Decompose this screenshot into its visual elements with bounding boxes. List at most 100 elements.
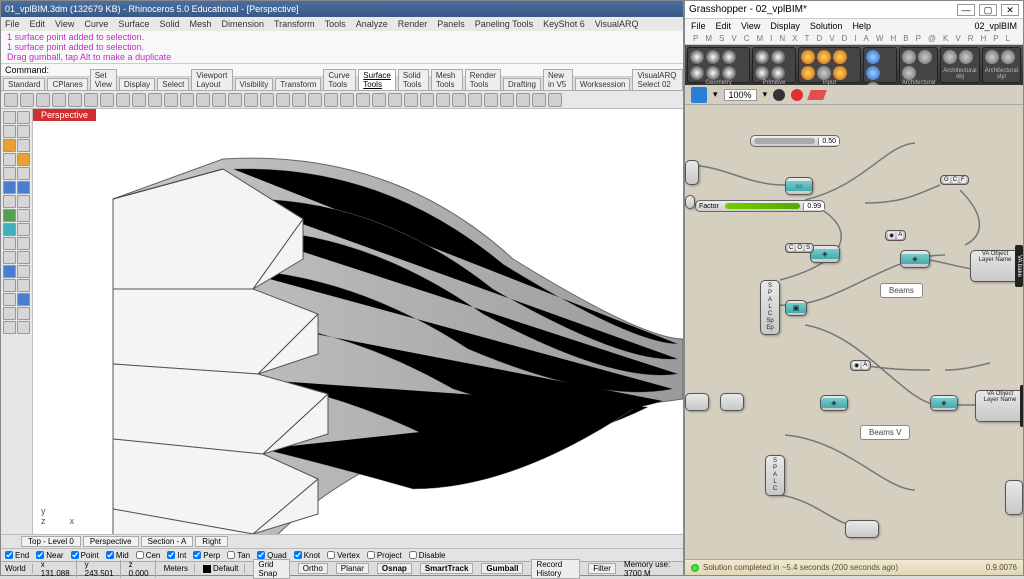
cat-tab[interactable]: P <box>993 34 998 43</box>
component-node[interactable]: ◈ <box>930 395 958 411</box>
osnap-vertex[interactable]: Vertex <box>327 551 360 560</box>
side-icon[interactable] <box>3 223 16 236</box>
cat-tab[interactable]: P <box>693 34 698 43</box>
tool-icon[interactable] <box>84 93 98 107</box>
menu-tools[interactable]: Tools <box>325 19 346 29</box>
cat-tab[interactable]: H <box>981 34 987 43</box>
dropdown-icon[interactable]: ▾ <box>713 89 718 100</box>
tab-visualarq[interactable]: VisualARQ Select 02 <box>632 69 683 90</box>
tab-display[interactable]: Display <box>119 78 155 90</box>
gh-category-tabs[interactable]: PMSVCMINXTDVDIAWHBP@KVRHPL <box>685 33 1023 45</box>
cat-tab[interactable]: N <box>779 34 785 43</box>
component-icon[interactable] <box>833 66 847 80</box>
osnap-knot[interactable]: Knot <box>294 551 320 560</box>
tool-icon[interactable] <box>420 93 434 107</box>
tab-rendertools[interactable]: Render Tools <box>465 69 501 90</box>
tab-newv5[interactable]: New in V5 <box>543 69 573 90</box>
cat-tab[interactable]: D <box>816 34 822 43</box>
component-icon[interactable] <box>959 50 973 64</box>
cat-tab[interactable]: I <box>770 34 772 43</box>
component-node[interactable] <box>1005 480 1023 515</box>
menu-edit[interactable]: Edit <box>30 19 46 29</box>
ribbon-geometry[interactable]: Geometry <box>687 47 750 83</box>
viewport-tabs[interactable]: Top - Level 0 Perspective Section - A Ri… <box>1 534 683 548</box>
component-icon[interactable] <box>771 50 785 64</box>
cat-tab[interactable]: C <box>744 34 750 43</box>
side-icon[interactable] <box>17 237 30 250</box>
tab-vplayout[interactable]: Viewport Layout <box>191 69 232 90</box>
menu-render[interactable]: Render <box>398 19 428 29</box>
side-icon[interactable] <box>3 181 16 194</box>
gh-menu-display[interactable]: Display <box>770 21 800 31</box>
side-icon[interactable] <box>3 153 16 166</box>
side-icon[interactable] <box>3 167 16 180</box>
component-icon[interactable] <box>801 50 815 64</box>
component-icon[interactable] <box>817 50 831 64</box>
status-layer[interactable]: Default <box>213 564 238 573</box>
preview-off-icon[interactable] <box>773 89 785 101</box>
tab-transform[interactable]: Transform <box>275 78 321 90</box>
menu-keyshot[interactable]: KeyShot 6 <box>543 19 585 29</box>
menu-mesh[interactable]: Mesh <box>189 19 211 29</box>
preview-shade-icon[interactable] <box>791 89 803 101</box>
side-icon[interactable] <box>17 223 30 236</box>
ribbon-util[interactable]: Util <box>863 47 897 83</box>
vtab-persp[interactable]: Perspective <box>83 536 139 547</box>
osnap-tan[interactable]: Tan <box>227 551 250 560</box>
menu-transform[interactable]: Transform <box>274 19 315 29</box>
tool-icon[interactable] <box>468 93 482 107</box>
rhino-sidebar[interactable] <box>1 109 33 534</box>
tool-icon[interactable] <box>36 93 50 107</box>
toggle-filter[interactable]: Filter <box>588 563 616 574</box>
gh-ribbon[interactable]: Geometry Primitive Input Util Architectu… <box>685 45 1023 85</box>
side-icon[interactable] <box>17 265 30 278</box>
tool-icon[interactable] <box>4 93 18 107</box>
sketch-icon[interactable] <box>807 90 827 100</box>
tool-icon[interactable] <box>100 93 114 107</box>
component-node[interactable]: ◈ <box>820 395 848 411</box>
osnap-int[interactable]: Int <box>167 551 186 560</box>
gh-menu-help[interactable]: Help <box>852 21 871 31</box>
side-icon[interactable] <box>17 195 30 208</box>
tool-icon[interactable] <box>212 93 226 107</box>
component-icon[interactable] <box>706 66 720 80</box>
multiparam-node[interactable]: SPALC <box>765 455 785 496</box>
side-icon[interactable] <box>3 125 16 138</box>
cat-tab[interactable]: H <box>890 34 896 43</box>
tool-icon[interactable] <box>228 93 242 107</box>
tab-curvetools[interactable]: Curve Tools <box>323 69 356 90</box>
tool-icon[interactable] <box>340 93 354 107</box>
tool-icon[interactable] <box>356 93 370 107</box>
side-icon[interactable] <box>3 237 16 250</box>
tool-icon[interactable] <box>244 93 258 107</box>
ribbon-input[interactable]: Input <box>798 47 861 83</box>
tool-icon[interactable] <box>372 93 386 107</box>
panel-beams-v[interactable]: Beams V <box>860 425 910 440</box>
cat-tab[interactable]: I <box>854 34 856 43</box>
menu-panels[interactable]: Panels <box>437 19 465 29</box>
toolbar-tabs[interactable]: Standard CPlanes Set View Display Select… <box>1 77 683 91</box>
va-bake-node[interactable]: VA bake <box>1020 385 1023 427</box>
gh-menubar[interactable]: File Edit View Display Solution Help 02_… <box>685 19 1023 33</box>
side-icon[interactable] <box>3 251 16 264</box>
menu-view[interactable]: View <box>55 19 74 29</box>
tool-icon[interactable] <box>308 93 322 107</box>
tool-icon[interactable] <box>116 93 130 107</box>
osnap-point[interactable]: Point <box>71 551 99 560</box>
vtab-right[interactable]: Right <box>195 536 228 547</box>
component-icon[interactable] <box>755 66 769 80</box>
tool-icon[interactable] <box>388 93 402 107</box>
side-icon[interactable] <box>17 111 30 124</box>
vtab-section[interactable]: Section - A <box>141 536 194 547</box>
ribbon-archstyle[interactable]: Architectural styl <box>982 47 1021 83</box>
panel-beams[interactable]: Beams <box>880 283 923 298</box>
maximize-button[interactable]: ▢ <box>979 4 997 16</box>
tool-icon[interactable] <box>292 93 306 107</box>
menu-file[interactable]: File <box>5 19 20 29</box>
cat-tab[interactable]: D <box>842 34 848 43</box>
capsule-cos[interactable]: COS <box>785 243 814 253</box>
tool-icon[interactable] <box>180 93 194 107</box>
component-icon[interactable] <box>690 66 704 80</box>
gh-menu-file[interactable]: File <box>691 21 706 31</box>
osnap-near[interactable]: Near <box>36 551 63 560</box>
